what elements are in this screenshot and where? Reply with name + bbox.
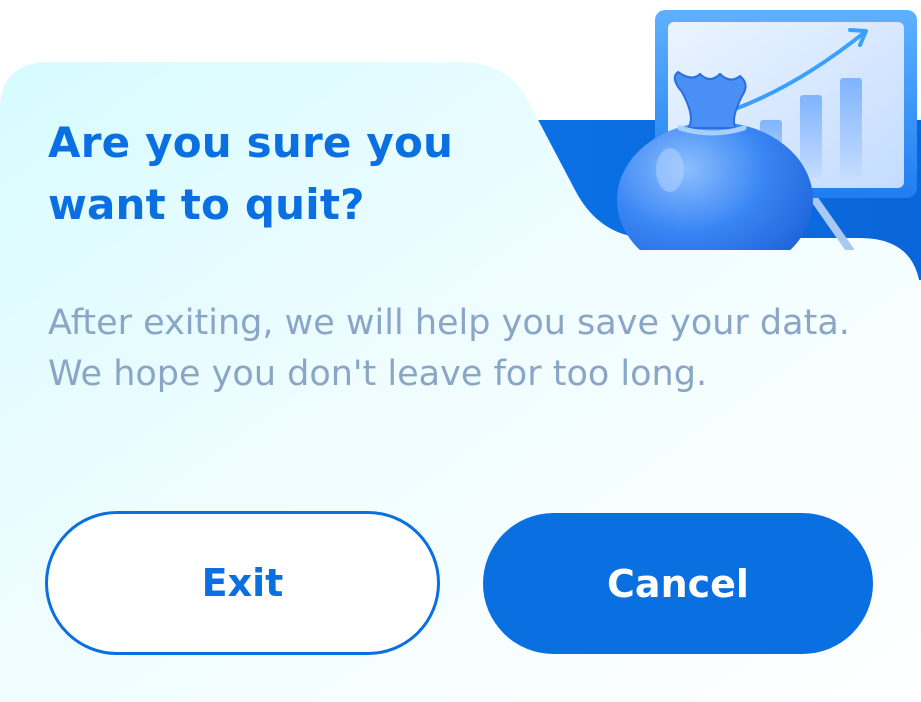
exit-button-label: Exit: [201, 561, 284, 605]
cancel-button-label: Cancel: [607, 561, 749, 606]
dialog-message: After exiting, we will help you save you…: [48, 303, 850, 394]
dialog-title: Are you sure you want to quit?: [48, 118, 454, 229]
cancel-button[interactable]: Cancel: [483, 513, 873, 654]
quit-dialog: Are you sure you want to quit? After exi…: [0, 0, 921, 702]
money-bag-growth-chart-icon: [617, 10, 917, 250]
exit-button[interactable]: Exit: [45, 511, 440, 655]
